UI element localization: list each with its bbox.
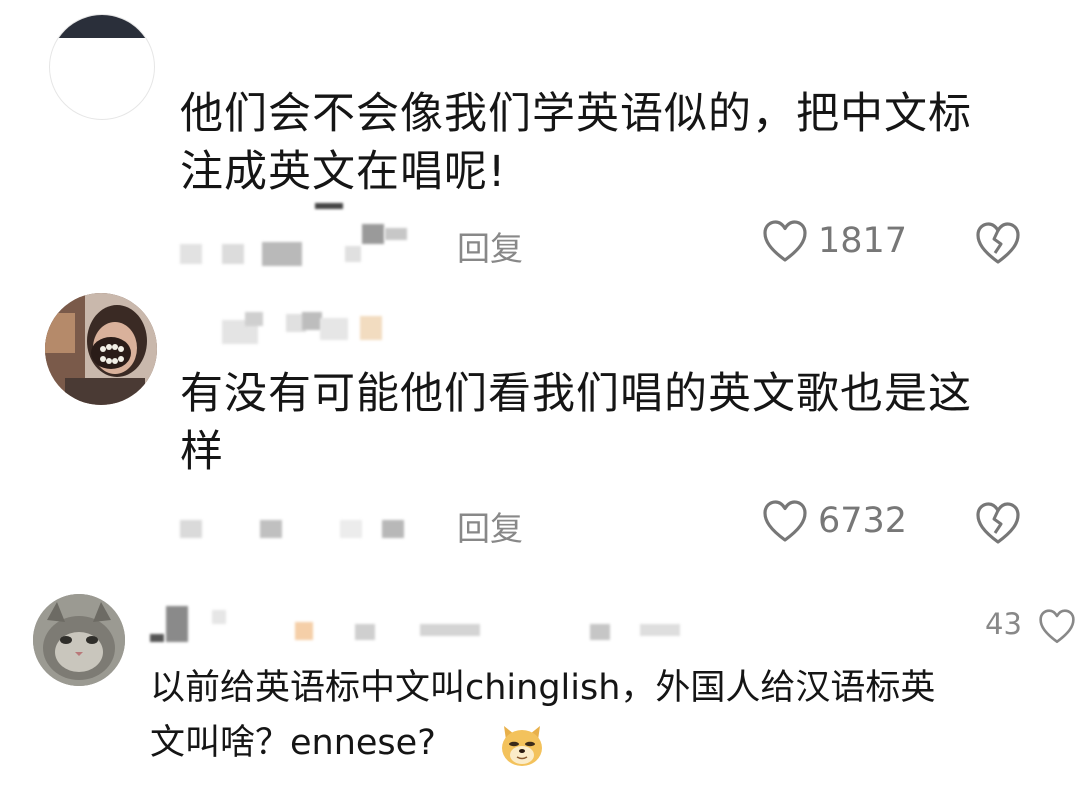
heart-outline-icon[interactable] (1038, 609, 1076, 645)
comment-text-line: 他们会不会像我们学英语似的，把中文标 (180, 89, 972, 139)
comment-text-line: 以前给英语标中文叫chinglish，外国人给汉语标英 (150, 668, 936, 708)
heart-outline-icon[interactable] (762, 500, 808, 544)
comment-text-line: 有没有可能他们看我们唱的英文歌也是这 (180, 369, 972, 419)
like-count: 1817 (818, 221, 908, 261)
heart-outline-icon[interactable] (762, 220, 808, 264)
comment-text-line: 文叫啥？ennese? (150, 723, 436, 763)
like-count: 43 (985, 607, 1022, 641)
avatar[interactable] (49, 14, 155, 120)
comment-text-line: 样 (180, 427, 224, 477)
avatar[interactable] (45, 293, 157, 405)
reply-button[interactable]: 回复 (457, 502, 523, 550)
broken-heart-icon[interactable] (975, 222, 1021, 266)
doge-emoji-icon (498, 722, 546, 768)
reply-button[interactable]: 回复 (457, 222, 523, 270)
avatar[interactable] (33, 594, 125, 686)
broken-heart-icon[interactable] (975, 502, 1021, 546)
like-count: 6732 (818, 501, 908, 541)
comment-text-line: 注成英文在唱呢! (180, 147, 507, 197)
